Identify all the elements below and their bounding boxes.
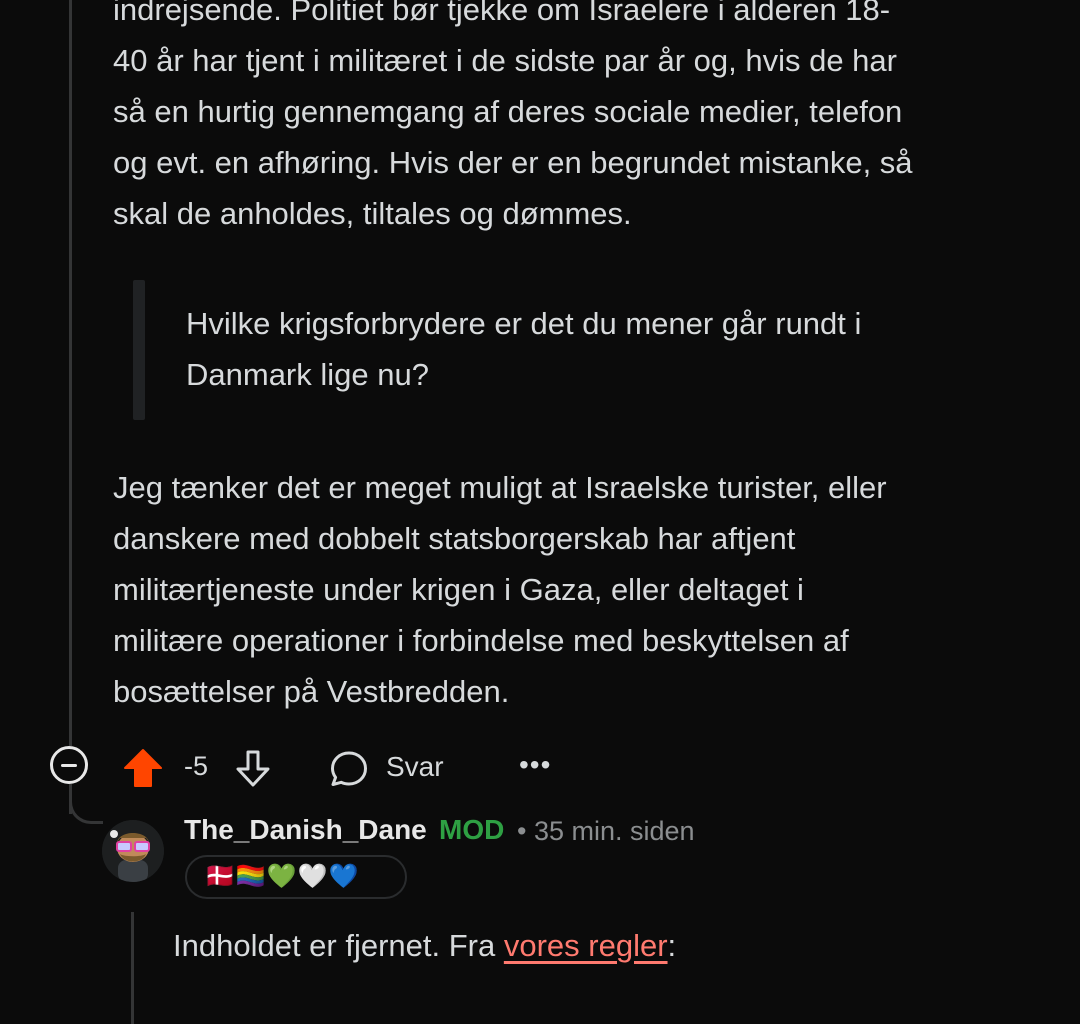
comment-line: 40 år har tjent i militæret i de sidste … [113,43,897,78]
removed-content-text: Indholdet er fjernet. Fra vores regler: [173,920,676,971]
comment-line: Jeg tænker det er meget muligt at Israel… [113,470,887,505]
mod-badge: MOD [439,814,505,845]
comment-line: militærtjeneste under krigen i Gaza, ell… [113,572,804,607]
upvote-arrow-icon [124,749,162,787]
comment-line: så en hurtig gennemgang af deres sociale… [113,94,903,129]
removed-text-colon: : [667,928,677,963]
thread-line-curve [69,790,103,824]
comment-line: indrejsende. Politiet bør tjekke om Isra… [113,0,891,27]
removed-text: Indholdet er fjernet. Fra [173,928,504,963]
collapse-thread-button[interactable] [50,746,88,784]
comment-line: militære operationer i forbindelse med b… [113,623,849,658]
comment-line: danskere med dobbelt statsborgerskab har… [113,521,796,556]
reply-label[interactable]: Svar [386,751,444,783]
comment-line: bosættelser på Vestbredden. [113,674,510,709]
snoo-avatar-icon [102,820,164,882]
comment-paragraph-1: indrejsende. Politiet bør tjekke om Isra… [113,0,1048,239]
comment-line: og evt. en afhøring. Hvis der er en begr… [113,145,913,180]
blockquote-line: Danmark lige nu? [186,357,429,392]
upvote-button[interactable] [121,747,165,789]
meta-separator: • [517,816,527,846]
avatar[interactable] [102,820,164,882]
downvote-arrow-icon [236,750,270,787]
downvote-button[interactable] [232,748,274,790]
username[interactable]: The_Danish_Dane [184,814,427,846]
comment-bubble-icon [331,751,367,786]
comment-meta: • 35 min. siden [517,816,695,847]
blockquote: Hvilke krigsforbrydere er det du mener g… [186,298,861,400]
vote-score: -5 [184,751,209,781]
comment-paragraph-2: Jeg tænker det er meget muligt at Israel… [113,462,1048,717]
comment-timestamp: 35 min. siden [533,816,695,846]
comment-line: skal de anholdes, tiltales og dømmes. [113,196,632,231]
thread-line-parent [69,0,72,746]
user-flair: 🇩🇰🏳️‍🌈💚🤍💙 [185,855,407,899]
rules-link[interactable]: vores regler [504,928,668,963]
more-options-icon[interactable]: ••• [519,751,551,779]
thread-line-reply [131,912,134,1024]
blockquote-bar [133,280,145,420]
blockquote-line: Hvilke krigsforbrydere er det du mener g… [186,306,862,341]
